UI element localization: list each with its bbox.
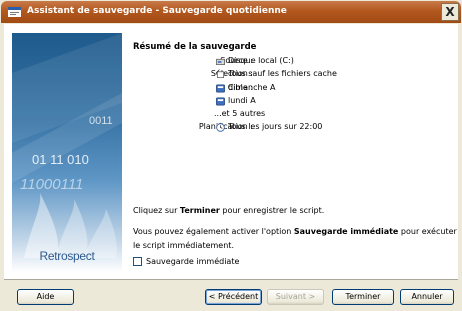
schedule-value: Tous les jours sur 22:00 [228, 122, 323, 131]
immediate-message-bold: Sauvegarde immédiate [293, 227, 399, 236]
selector-icon [216, 69, 225, 78]
clock-icon [216, 122, 225, 132]
title-bar[interactable]: Assistant de sauvegarde - Sauvegarde quo… [1, 1, 461, 23]
immediate-backup-label[interactable]: Sauvegarde immédiate [146, 257, 239, 266]
immediate-message: Vous pouvez également activer l'option S… [133, 227, 457, 236]
source-row: Source : Disque local (C:) [133, 55, 453, 67]
finish-message: Cliquez sur Terminer pour enregistrer le… [133, 206, 324, 215]
selection-row: Sélection : Tous sauf les fichiers cache [133, 68, 453, 80]
window-title: Assistant de sauvegarde - Sauvegarde quo… [27, 6, 287, 16]
banner-number-2: 01 11 010 [32, 152, 89, 167]
wizard-window: Assistant de sauvegarde - Sauvegarde quo… [0, 0, 462, 311]
banner-number-1: 0011 [89, 115, 113, 127]
target-value-1: dimanche A [228, 83, 276, 92]
selection-value-group: Tous sauf les fichiers cache [216, 68, 337, 80]
target-value-2: lundi A [228, 96, 256, 105]
back-button[interactable]: < Précédent [205, 289, 262, 305]
target-value-group-1: dimanche A [216, 82, 275, 94]
finish-message-post: pour enregistrer le script. [219, 206, 325, 215]
selection-value: Tous sauf les fichiers cache [228, 69, 337, 78]
immediate-backup-option[interactable]: Sauvegarde immédiate [133, 257, 239, 266]
banner-art: 0011 01 11 010 11000111 [12, 33, 122, 258]
retrospect-logo: Retrospect [39, 249, 95, 263]
immediate-message-post: pour exécuter [398, 227, 457, 236]
target-more: ...et 5 autres [214, 109, 266, 118]
finish-button[interactable]: Terminer [332, 289, 394, 305]
schedule-row: Planification : Tous les jours sur 22:00 [133, 121, 453, 133]
immediate-backup-checkbox[interactable] [133, 257, 142, 266]
finish-message-bold: Terminer [179, 206, 220, 215]
immediate-message-pre: Vous pouvez également activer l'option [133, 227, 294, 236]
backup-set-icon [216, 97, 225, 105]
banner-number-3: 11000111 [20, 176, 83, 193]
help-button[interactable]: Aide [17, 289, 74, 305]
window-icon [8, 7, 21, 17]
retrospect-banner: 0011 01 11 010 11000111 Retrospect [12, 33, 122, 272]
summary-heading: Résumé de la sauvegarde [133, 42, 257, 52]
schedule-value-group: Tous les jours sur 22:00 [216, 121, 322, 133]
finish-message-pre: Cliquez sur [133, 206, 180, 215]
source-value-group: Disque local (C:) [216, 55, 294, 67]
disk-icon [216, 58, 225, 65]
close-icon[interactable]: X [441, 3, 459, 21]
cancel-button[interactable]: Annuler [400, 289, 454, 305]
source-value: Disque local (C:) [228, 56, 294, 65]
target-row: Cible : dimanche A [133, 82, 453, 94]
next-button[interactable]: Suivant > [267, 289, 324, 305]
target-value-group-2: lundi A [216, 95, 256, 107]
immediate-message-line2: le script immédiatement. [133, 241, 234, 250]
backup-set-icon [216, 84, 225, 92]
